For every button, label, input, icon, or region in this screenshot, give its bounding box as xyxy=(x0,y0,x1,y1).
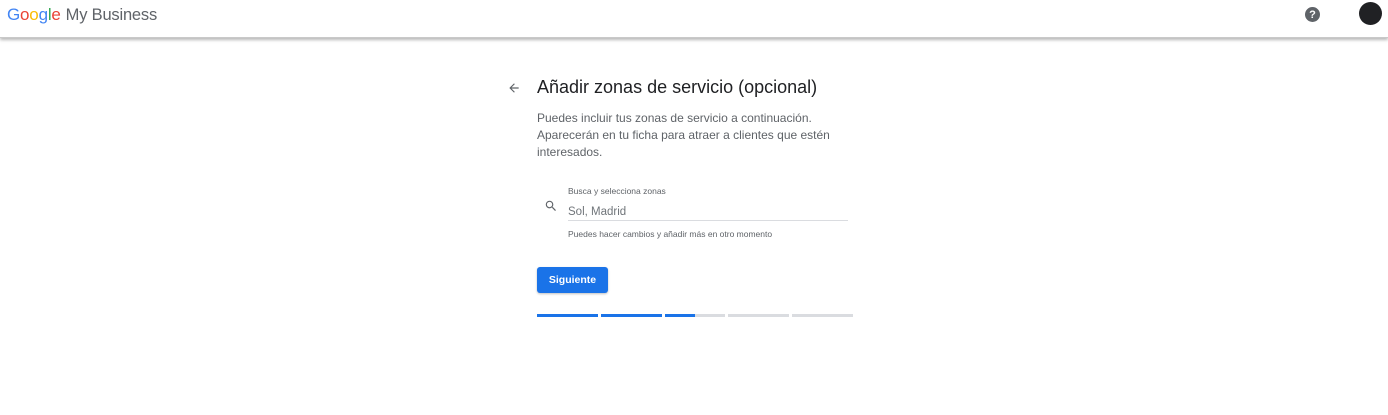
page-description: Puedes incluir tus zonas de servicio a c… xyxy=(537,111,830,159)
help-icon[interactable]: ? xyxy=(1305,7,1320,22)
search-helper-text: Puedes hacer cambios y añadir más en otr… xyxy=(568,229,773,239)
product-name: My Business xyxy=(65,6,158,24)
next-button[interactable]: Siguiente xyxy=(537,267,608,293)
progress-segment xyxy=(664,314,726,317)
search-field-label: Busca y selecciona zonas xyxy=(568,186,666,196)
search-icon xyxy=(544,199,558,213)
progress-segment xyxy=(792,314,853,317)
google-my-business-logo[interactable]: Google My Business xyxy=(7,5,157,27)
progress-segment xyxy=(537,314,598,317)
page-title: Añadir zonas de servicio (opcional) xyxy=(537,77,818,97)
back-arrow-icon[interactable] xyxy=(505,79,523,97)
account-avatar[interactable] xyxy=(1359,2,1382,25)
progress-indicator xyxy=(537,314,853,317)
progress-segment xyxy=(728,314,790,317)
google-wordmark: Google xyxy=(7,5,61,24)
progress-segment xyxy=(600,314,662,317)
service-area-search-input[interactable] xyxy=(568,203,848,221)
top-app-bar: Google My Business ? xyxy=(0,0,1388,38)
